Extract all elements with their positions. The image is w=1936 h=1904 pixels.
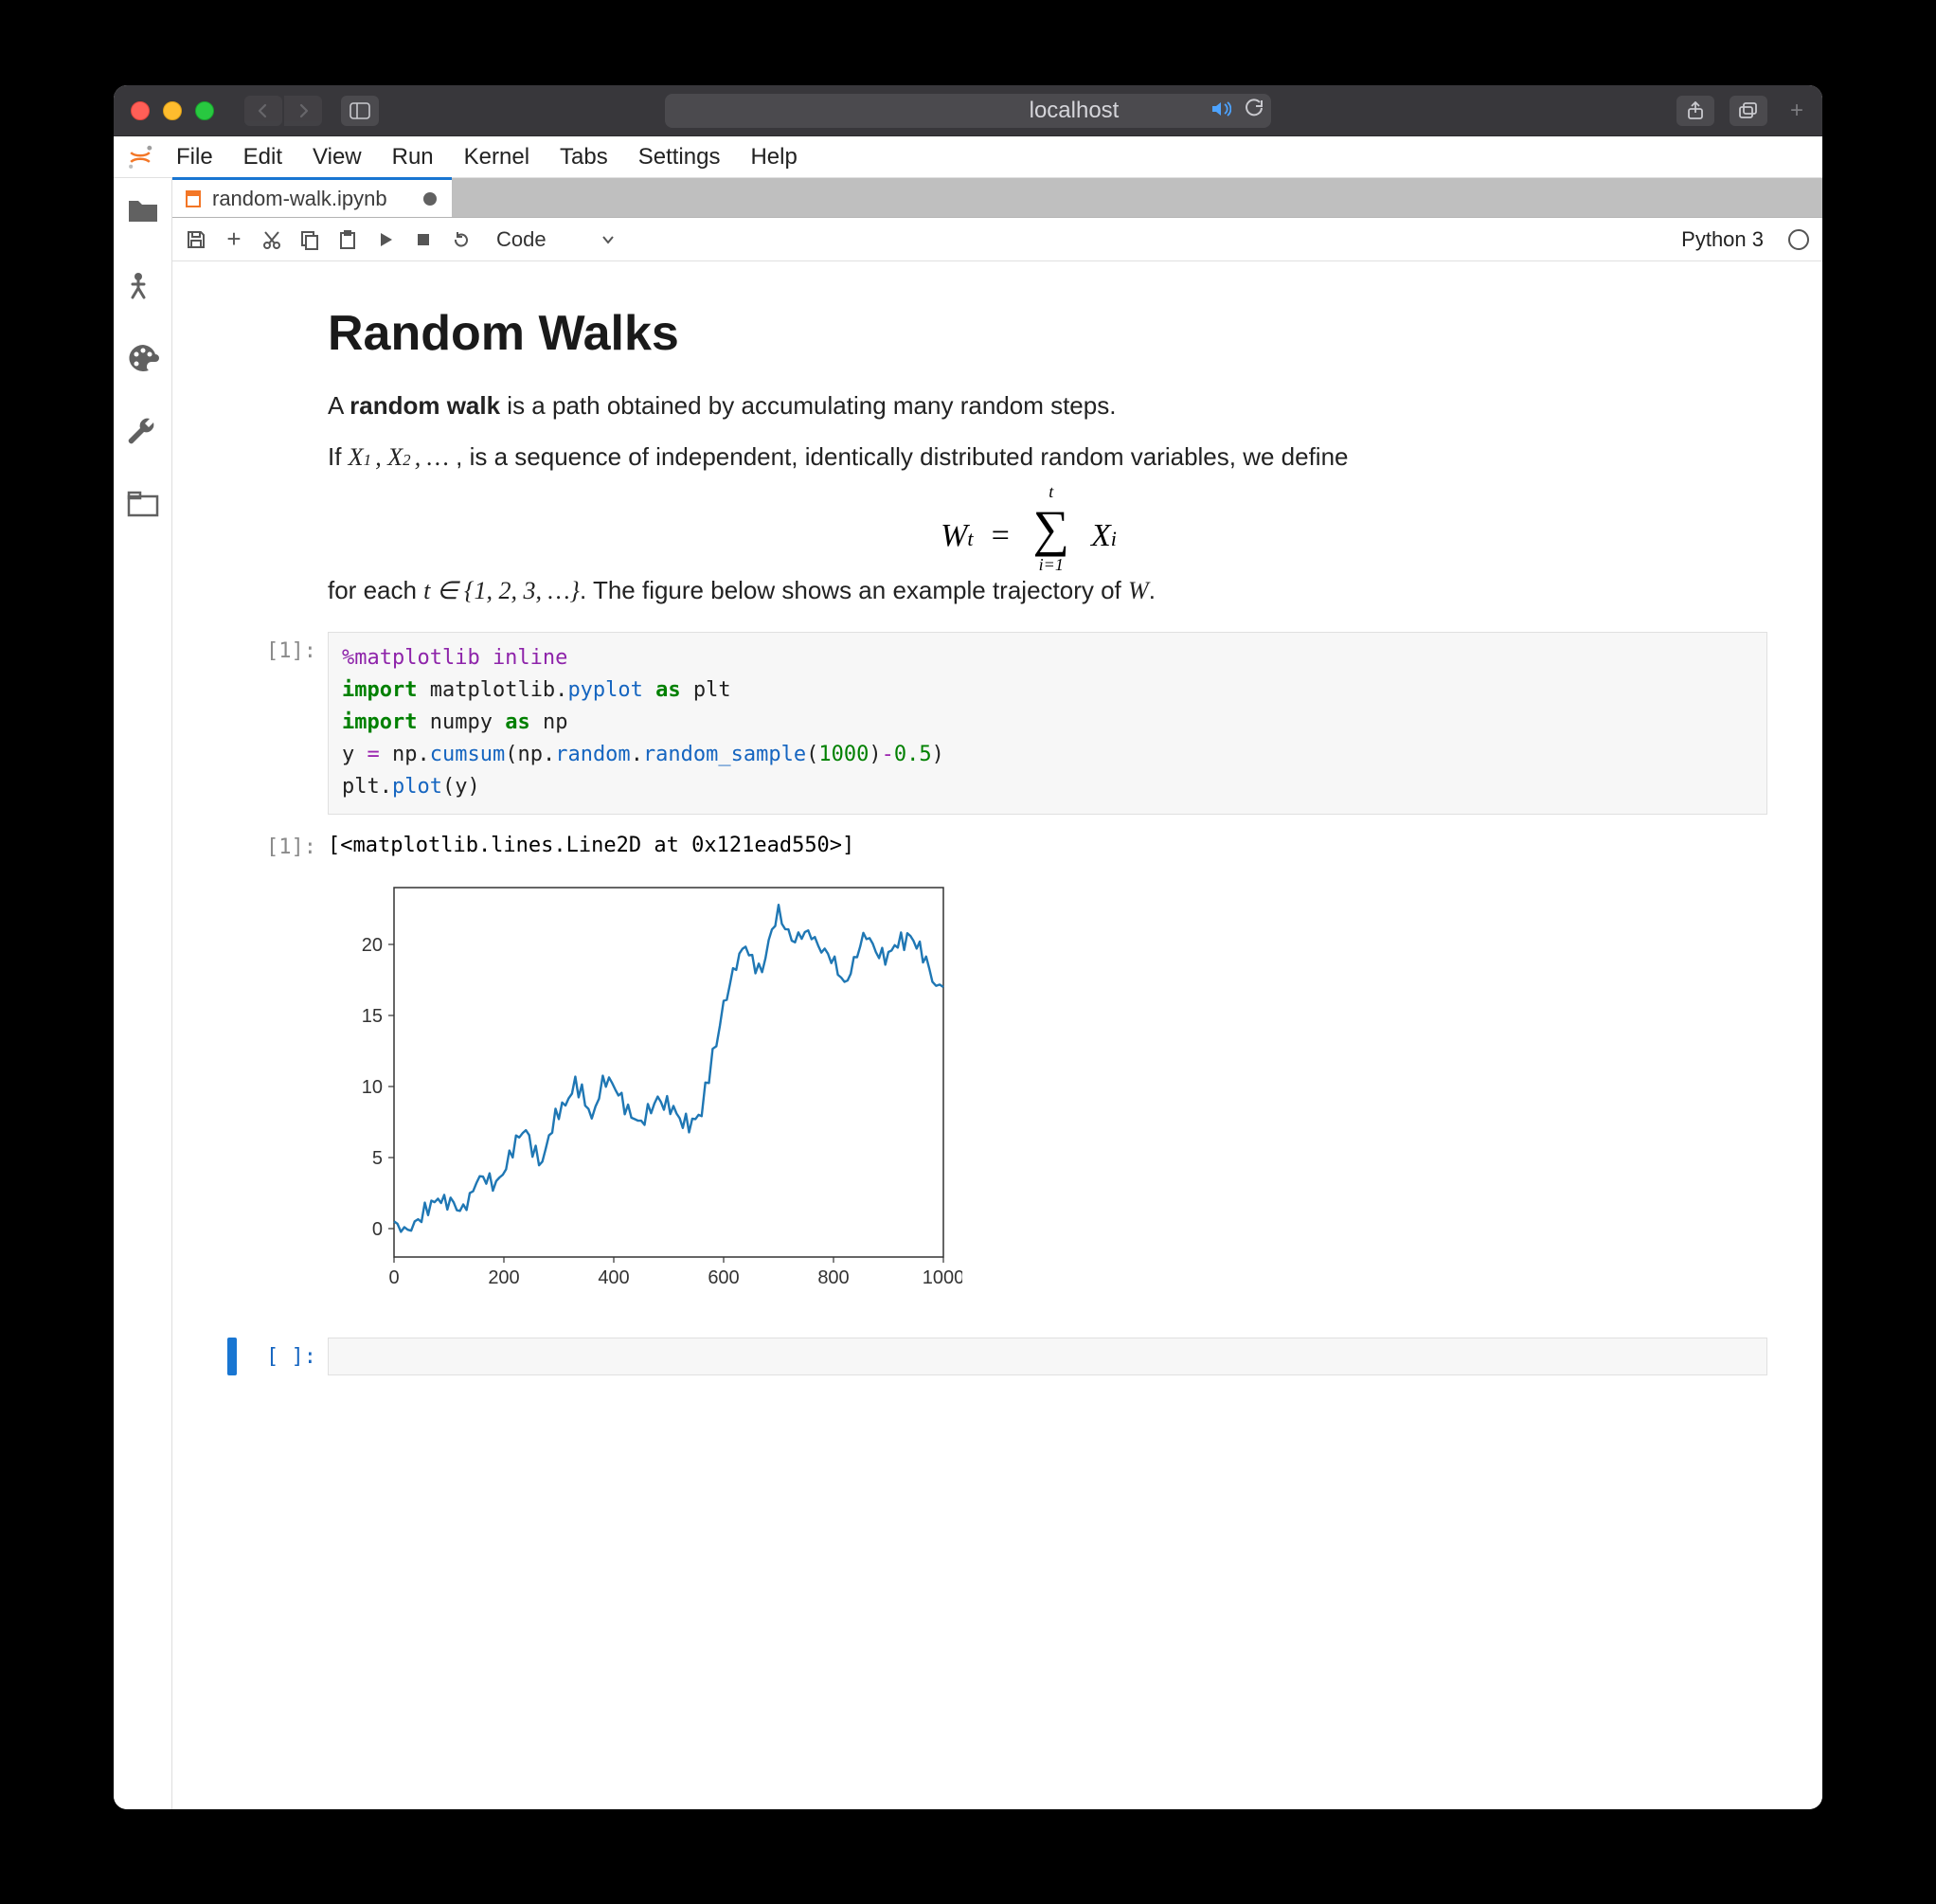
titlebar: localhost + xyxy=(114,85,1822,136)
sidebar-toggle-button[interactable] xyxy=(341,96,379,126)
cell-type-label: Code xyxy=(496,227,547,252)
running-icon[interactable] xyxy=(127,269,159,301)
wrench-icon[interactable] xyxy=(127,417,159,449)
chevron-down-icon xyxy=(601,235,615,244)
tabs-icon[interactable] xyxy=(127,491,159,523)
forward-button[interactable] xyxy=(284,96,322,126)
page-title: Random Walks xyxy=(328,305,1730,362)
kernel-name[interactable]: Python 3 xyxy=(1681,227,1764,252)
file-browser-icon[interactable] xyxy=(127,195,159,227)
palette-icon[interactable] xyxy=(127,343,159,375)
svg-text:600: 600 xyxy=(708,1267,739,1288)
paragraph-2: If X1 , X2 , … , is a sequence of indepe… xyxy=(328,440,1730,476)
menu-edit[interactable]: Edit xyxy=(228,138,297,176)
empty-code-input[interactable] xyxy=(328,1338,1767,1375)
menu-run[interactable]: Run xyxy=(377,138,449,176)
paste-button[interactable] xyxy=(337,229,358,250)
unsaved-indicator-icon xyxy=(423,192,437,206)
close-window-button[interactable] xyxy=(131,101,150,120)
svg-text:20: 20 xyxy=(362,935,383,956)
svg-text:0: 0 xyxy=(372,1219,383,1240)
minimize-window-button[interactable] xyxy=(163,101,182,120)
code-cell-empty[interactable]: [ ]: xyxy=(227,1338,1767,1375)
maximize-window-button[interactable] xyxy=(195,101,214,120)
menu-settings[interactable]: Settings xyxy=(623,138,736,176)
code-input[interactable]: %matplotlib inline import matplotlib.pyp… xyxy=(328,632,1767,814)
active-cell-indicator xyxy=(227,1338,237,1375)
reload-icon[interactable] xyxy=(1245,98,1264,124)
svg-text:15: 15 xyxy=(362,1006,383,1027)
audio-icon[interactable] xyxy=(1210,98,1231,124)
share-button[interactable] xyxy=(1676,96,1714,126)
copy-button[interactable] xyxy=(299,229,320,250)
output-text: [<matplotlib.lines.Line2D at 0x121ead550… xyxy=(328,828,1767,859)
svg-text:5: 5 xyxy=(372,1148,383,1169)
jupyter-logo-icon xyxy=(123,140,157,174)
svg-text:200: 200 xyxy=(488,1267,519,1288)
svg-text:1000: 1000 xyxy=(923,1267,962,1288)
restart-button[interactable] xyxy=(451,229,472,250)
notebook-toolbar: + Code Python 3 xyxy=(172,218,1822,261)
new-tab-button[interactable]: + xyxy=(1783,94,1811,128)
tab-label: random-walk.ipynb xyxy=(212,187,387,211)
tab-strip: random-walk.ipynb xyxy=(172,178,1822,218)
left-sidebar xyxy=(114,178,172,1809)
main-area: random-walk.ipynb + Code Python 3 xyxy=(172,178,1822,1809)
jupyter-menubar: File Edit View Run Kernel Tabs Settings … xyxy=(114,136,1822,178)
save-button[interactable] xyxy=(186,229,206,250)
stop-button[interactable] xyxy=(413,229,434,250)
svg-text:10: 10 xyxy=(362,1077,383,1098)
back-button[interactable] xyxy=(244,96,282,126)
code-cell-1[interactable]: [1]: %matplotlib inline import matplotli… xyxy=(227,632,1767,814)
menu-file[interactable]: File xyxy=(161,138,228,176)
svg-text:0: 0 xyxy=(388,1267,399,1288)
output-text-row: [1]: [<matplotlib.lines.Line2D at 0x121e… xyxy=(227,828,1767,859)
output-chart: 0510152002004006008001000 xyxy=(328,869,1767,1309)
url-bar[interactable]: localhost xyxy=(665,94,1271,128)
notebook-body[interactable]: Random Walks A random walk is a path obt… xyxy=(172,261,1822,1809)
window-controls xyxy=(131,101,214,120)
run-button[interactable] xyxy=(375,229,396,250)
svg-text:800: 800 xyxy=(817,1267,849,1288)
output-prompt: [1]: xyxy=(227,828,328,859)
kernel-status-icon[interactable] xyxy=(1788,229,1809,250)
menu-help[interactable]: Help xyxy=(735,138,812,176)
add-cell-button[interactable]: + xyxy=(224,229,244,250)
tabs-button[interactable] xyxy=(1730,96,1767,126)
browser-window: localhost + xyxy=(114,85,1822,1809)
tab-random-walk[interactable]: random-walk.ipynb xyxy=(172,177,452,217)
menu-tabs[interactable]: Tabs xyxy=(545,138,623,176)
url-text: localhost xyxy=(938,98,1210,124)
markdown-cell[interactable]: Random Walks A random walk is a path obt… xyxy=(328,305,1730,609)
paragraph-3: for each t ∈ {1, 2, 3, …}. The figure be… xyxy=(328,573,1730,609)
formula: Wt = t∑i=1 Xi xyxy=(328,499,1730,558)
cell-type-dropdown[interactable]: Code xyxy=(489,225,622,254)
notebook-icon xyxy=(184,189,203,208)
svg-text:400: 400 xyxy=(598,1267,629,1288)
cut-button[interactable] xyxy=(261,229,282,250)
paragraph-1: A random walk is a path obtained by accu… xyxy=(328,388,1730,424)
menu-kernel[interactable]: Kernel xyxy=(449,138,545,176)
menu-view[interactable]: View xyxy=(297,138,377,176)
empty-prompt: [ ]: xyxy=(242,1338,328,1375)
input-prompt: [1]: xyxy=(227,632,328,814)
